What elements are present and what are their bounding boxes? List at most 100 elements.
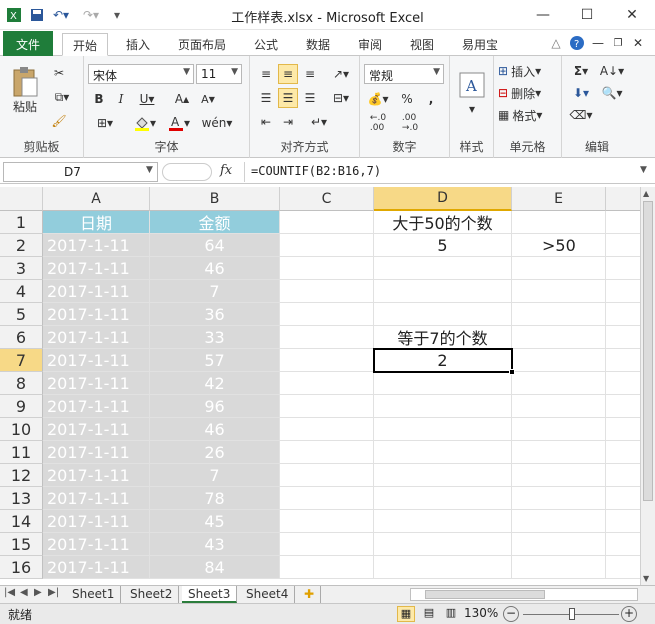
vertical-scrollbar[interactable]: ▲ ▼: [640, 187, 655, 585]
row-header-10[interactable]: 10: [0, 418, 43, 441]
italic-button[interactable]: I: [112, 90, 130, 108]
row-header-11[interactable]: 11: [0, 441, 43, 464]
cell-a10[interactable]: 2017-1-11: [43, 418, 150, 441]
cell-a8[interactable]: 2017-1-11: [43, 372, 150, 395]
cell-b16[interactable]: 84: [150, 556, 280, 579]
merge-center-icon[interactable]: ⊟▾: [328, 88, 354, 108]
cell-a12[interactable]: 2017-1-11: [43, 464, 150, 487]
zoom-slider-handle[interactable]: [569, 608, 575, 620]
grid-cell[interactable]: [280, 257, 374, 280]
align-bottom-icon[interactable]: ≡: [300, 64, 320, 84]
page-layout-view-icon[interactable]: ▤: [420, 606, 438, 622]
cell-a5[interactable]: 2017-1-11: [43, 303, 150, 326]
insert-cells-button[interactable]: ⊞ 插入 ▾: [498, 62, 558, 80]
cell-b8[interactable]: 42: [150, 372, 280, 395]
align-left-icon[interactable]: ☰: [256, 88, 276, 108]
fill-color-button[interactable]: ▾: [130, 114, 160, 132]
insert-sheet-icon[interactable]: ✚: [298, 586, 322, 603]
row-header-1[interactable]: 1: [0, 211, 43, 234]
grid-cell[interactable]: [374, 372, 512, 395]
grid-cell[interactable]: [512, 510, 606, 533]
grid-cell[interactable]: [512, 257, 606, 280]
row-header-12[interactable]: 12: [0, 464, 43, 487]
grid-cell[interactable]: [606, 556, 640, 579]
grid-cell[interactable]: [512, 418, 606, 441]
row-header-2[interactable]: 2: [0, 234, 43, 257]
cell-d6[interactable]: 等于7的个数: [374, 326, 512, 349]
grid-cell[interactable]: [280, 280, 374, 303]
cell-d1[interactable]: 大于50的个数: [374, 211, 512, 234]
grid-cell[interactable]: [280, 533, 374, 556]
styles-button[interactable]: A ▾: [456, 62, 488, 126]
paste-button[interactable]: 粘贴: [8, 60, 42, 120]
grid-cell[interactable]: [606, 326, 640, 349]
grid-cell[interactable]: [280, 372, 374, 395]
grid-cell[interactable]: [280, 395, 374, 418]
grid-cell[interactable]: [512, 487, 606, 510]
grid-cell[interactable]: [512, 372, 606, 395]
format-painter-icon[interactable]: 🖌: [48, 112, 70, 130]
row-header-4[interactable]: 4: [0, 280, 43, 303]
row-header-8[interactable]: 8: [0, 372, 43, 395]
cell-b12[interactable]: 7: [150, 464, 280, 487]
align-right-icon[interactable]: ☰: [300, 88, 320, 108]
sheet-tab-sheet4[interactable]: Sheet4: [240, 586, 296, 603]
grid-cell[interactable]: [280, 510, 374, 533]
zoom-in-button[interactable]: +: [621, 606, 637, 622]
grid-cell[interactable]: [280, 234, 374, 257]
tab-formulas[interactable]: 公式: [244, 33, 288, 56]
increase-font-size-button[interactable]: A ▲: [172, 90, 192, 108]
workbook-minimize-button[interactable]: —: [590, 34, 606, 52]
grid-cell[interactable]: [280, 556, 374, 579]
grid-cell[interactable]: [374, 257, 512, 280]
column-header-b[interactable]: B: [150, 187, 280, 211]
zoom-out-button[interactable]: −: [503, 606, 519, 622]
cell-a3[interactable]: 2017-1-11: [43, 257, 150, 280]
horizontal-scroll-thumb[interactable]: [425, 590, 545, 599]
name-box-dropdown-icon[interactable]: ▼: [146, 165, 153, 175]
grid-cell[interactable]: [374, 395, 512, 418]
sheet-tab-sheet1[interactable]: Sheet1: [66, 586, 122, 603]
expand-formula-bar-icon[interactable]: ▼: [640, 165, 647, 175]
grid-cell[interactable]: [512, 464, 606, 487]
font-name-combo[interactable]: 宋体 ▼: [88, 64, 194, 84]
cell-e2[interactable]: >50: [512, 234, 606, 257]
grid-cell[interactable]: [374, 487, 512, 510]
tab-review[interactable]: 审阅: [348, 33, 392, 56]
scroll-down-icon[interactable]: ▼: [643, 574, 649, 583]
cell-b13[interactable]: 78: [150, 487, 280, 510]
grid-cell[interactable]: [512, 211, 606, 234]
sheet-tab-sheet2[interactable]: Sheet2: [124, 586, 180, 603]
grid-cell[interactable]: [512, 395, 606, 418]
cell-b1[interactable]: 金额: [150, 211, 280, 234]
decrease-decimal-icon[interactable]: .00 →.0: [396, 113, 424, 133]
insert-function-icon[interactable]: fx: [220, 163, 232, 178]
grid-cell[interactable]: [606, 441, 640, 464]
autosum-icon[interactable]: Σ▾: [568, 62, 594, 80]
grid-cell[interactable]: [606, 372, 640, 395]
grid-cell[interactable]: [512, 326, 606, 349]
grid-cell[interactable]: [280, 487, 374, 510]
column-header-f[interactable]: [606, 187, 640, 211]
cell-b2[interactable]: 64: [150, 234, 280, 257]
grid-cell[interactable]: [606, 280, 640, 303]
sheet-tab-sheet3[interactable]: Sheet3: [182, 586, 238, 603]
tab-page-layout[interactable]: 页面布局: [168, 33, 236, 56]
worksheet-grid[interactable]: A B C D E 日期 金额 大于50的个数 5 >50 等于7的个数 2 1…: [0, 187, 640, 585]
column-header-d[interactable]: D: [374, 187, 512, 211]
grid-cell[interactable]: [280, 464, 374, 487]
help-icon[interactable]: ?: [568, 34, 586, 52]
cell-b14[interactable]: 45: [150, 510, 280, 533]
align-center-icon[interactable]: ☰: [278, 88, 298, 108]
sheet-nav-next-icon[interactable]: ▶: [34, 587, 42, 598]
font-size-combo[interactable]: 11 ▼: [196, 64, 242, 84]
row-header-15[interactable]: 15: [0, 533, 43, 556]
cell-a6[interactable]: 2017-1-11: [43, 326, 150, 349]
grid-cell[interactable]: [512, 280, 606, 303]
grid-cell[interactable]: [374, 556, 512, 579]
cell-a9[interactable]: 2017-1-11: [43, 395, 150, 418]
cell-b3[interactable]: 46: [150, 257, 280, 280]
grid-cell[interactable]: [374, 418, 512, 441]
cell-b6[interactable]: 33: [150, 326, 280, 349]
cell-b11[interactable]: 26: [150, 441, 280, 464]
